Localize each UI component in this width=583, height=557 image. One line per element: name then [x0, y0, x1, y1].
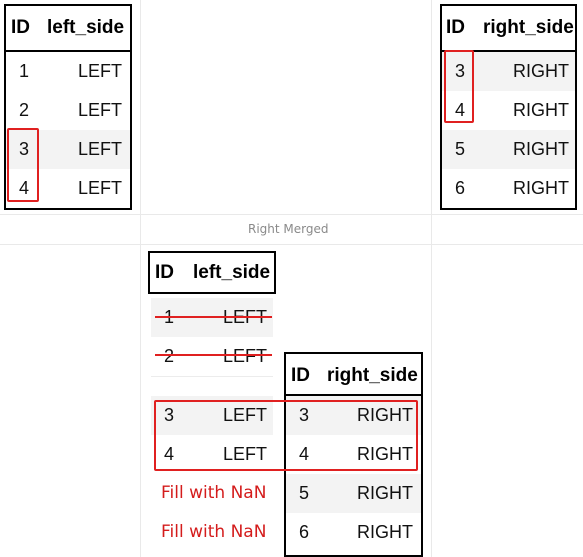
- right-match-highlight: [444, 50, 474, 123]
- grid-divider-v1: [140, 0, 141, 557]
- left-table-header-id: ID: [11, 17, 30, 38]
- row-value: LEFT: [77, 61, 122, 81]
- table-row: 5 RIGHT: [286, 474, 421, 513]
- right-table-header-id: ID: [446, 17, 465, 38]
- row-id: 6: [454, 178, 465, 198]
- merged-left-header-id: ID: [155, 262, 174, 283]
- strikethrough-line: [155, 316, 272, 318]
- row-value: RIGHT: [513, 139, 569, 159]
- left-table-header-value: left_side: [47, 17, 125, 38]
- right-table-header-value: right_side: [483, 17, 574, 38]
- row-value: LEFT: [222, 346, 267, 366]
- grid-divider-h1: [0, 214, 583, 215]
- row-id: 2: [18, 100, 29, 120]
- row-value: RIGHT: [357, 522, 413, 542]
- table-row: 2 LEFT: [6, 91, 130, 130]
- merged-left-header-value: left_side: [193, 262, 271, 283]
- row-id: 5: [298, 483, 309, 503]
- table-row: 6 RIGHT: [442, 169, 575, 208]
- merge-caption: Right Merged: [248, 222, 329, 236]
- row-value: LEFT: [77, 100, 122, 120]
- dropped-row: 2 LEFT: [151, 337, 273, 376]
- row-id: 5: [454, 139, 465, 159]
- row-value: RIGHT: [513, 61, 569, 81]
- merged-right-header-id: ID: [291, 365, 310, 386]
- table-row: 1 LEFT: [6, 52, 130, 91]
- strikethrough-line: [155, 354, 272, 356]
- merged-right-header-value: right_side: [327, 365, 418, 386]
- left-match-highlight: [7, 128, 39, 202]
- fill-nan-label: Fill with NaN: [161, 522, 267, 542]
- table-row: 5 RIGHT: [442, 130, 575, 169]
- row-value: RIGHT: [513, 178, 569, 198]
- grid-divider-v2: [431, 0, 432, 557]
- row-id: 6: [298, 522, 309, 542]
- fill-nan-label: Fill with NaN: [161, 483, 267, 503]
- row-id: 2: [163, 346, 174, 366]
- row-value: RIGHT: [513, 100, 569, 120]
- grid-divider-h2: [0, 244, 583, 245]
- row-value: LEFT: [77, 178, 122, 198]
- row-value: LEFT: [77, 139, 122, 159]
- row-value: RIGHT: [357, 483, 413, 503]
- dropped-rows-divider: [151, 376, 273, 377]
- row-id: 1: [18, 61, 29, 81]
- table-row: 6 RIGHT: [286, 513, 421, 552]
- merged-match-highlight: [154, 400, 418, 471]
